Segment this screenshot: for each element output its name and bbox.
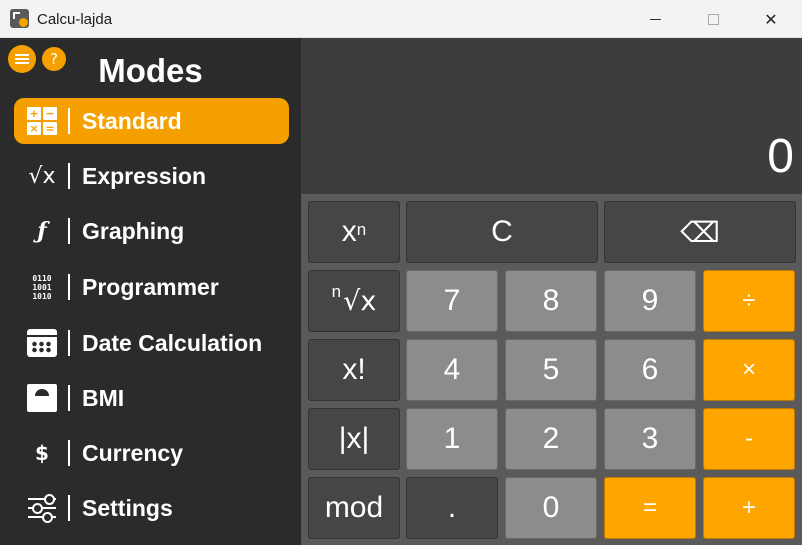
display-value: 0 <box>767 130 794 183</box>
binary-row: 1010 <box>32 291 52 301</box>
binary-row: 1001 <box>32 282 52 292</box>
sidebar-item-settings[interactable]: Settings <box>14 485 289 531</box>
binary-icon: 0110 1001 1010 <box>22 270 62 304</box>
equals-glyph: = <box>43 122 57 135</box>
sidebar-item-label: BMI <box>82 384 125 411</box>
absolute-value-button[interactable]: |x| <box>308 408 400 470</box>
currency-icon: $ <box>35 441 49 465</box>
function-icon: ƒ <box>37 218 47 244</box>
title-bar: Calcu-lajda ✕ <box>0 0 802 38</box>
digit-4-button[interactable]: 4 <box>406 339 498 401</box>
binary-row: 0110 <box>32 273 52 283</box>
digit-7-button[interactable]: 7 <box>406 270 498 332</box>
calendar-icon <box>22 326 62 360</box>
calculator-display: 0 <box>301 38 802 194</box>
divide-button[interactable]: ÷ <box>703 270 795 332</box>
sidebar-item-label: Programmer <box>82 273 219 300</box>
root-index: n <box>331 282 342 301</box>
nav-separator <box>68 274 70 300</box>
sidebar-item-graphing[interactable]: ƒ Graphing <box>14 208 289 254</box>
backspace-button[interactable]: ⌫ <box>604 201 796 263</box>
sidebar-item-standard[interactable]: + − × = Standard <box>14 98 289 144</box>
close-button[interactable]: ✕ <box>742 0 800 38</box>
square-root-icon: √x <box>28 163 56 189</box>
minimize-icon <box>649 18 661 20</box>
nav-separator <box>68 108 70 134</box>
minus-glyph: − <box>43 107 57 120</box>
scale-icon <box>22 381 62 415</box>
digit-6-button[interactable]: 6 <box>604 339 696 401</box>
multiply-button[interactable]: × <box>703 339 795 401</box>
digit-0-button[interactable]: 0 <box>505 477 597 539</box>
nav-separator <box>68 163 70 189</box>
keypad: xn C ⌫ n √x 7 8 9 ÷ x! 4 5 6 × |x| 1 2 3 … <box>301 194 802 545</box>
sidebar-item-label: Standard <box>82 107 182 134</box>
subtract-button[interactable]: - <box>703 408 795 470</box>
nth-root-button[interactable]: n √x <box>308 270 400 332</box>
sidebar-item-bmi[interactable]: BMI <box>14 375 289 421</box>
sidebar-item-expression[interactable]: √x Expression <box>14 153 289 199</box>
times-glyph: × <box>27 122 41 135</box>
sidebar-item-currency[interactable]: $ Currency <box>14 430 289 476</box>
sidebar-item-label: Date Calculation <box>82 329 263 356</box>
nav-separator <box>68 218 70 244</box>
sidebar-title: Modes <box>98 52 203 89</box>
backspace-icon: ⌫ <box>680 215 720 249</box>
plus-glyph: + <box>27 107 41 120</box>
minimize-button[interactable] <box>626 0 684 38</box>
digit-1-button[interactable]: 1 <box>406 408 498 470</box>
digit-3-button[interactable]: 3 <box>604 408 696 470</box>
clear-button[interactable]: C <box>406 201 598 263</box>
nav-separator <box>68 495 70 521</box>
standard-grid-icon: + − × = <box>22 104 62 138</box>
sidebar-item-date-calculation[interactable]: Date Calculation <box>14 320 289 366</box>
digit-9-button[interactable]: 9 <box>604 270 696 332</box>
power-button[interactable]: xn <box>308 201 400 263</box>
digit-8-button[interactable]: 8 <box>505 270 597 332</box>
mod-button[interactable]: mod <box>308 477 400 539</box>
sidebar-item-label: Settings <box>82 494 173 521</box>
maximize-icon <box>707 13 719 25</box>
nav-separator <box>68 330 70 356</box>
factorial-button[interactable]: x! <box>308 339 400 401</box>
power-exponent: n <box>356 220 367 239</box>
modes-sidebar: ? Modes + − × = Standard √x Expression ƒ… <box>0 38 301 545</box>
sidebar-item-label: Currency <box>82 439 183 466</box>
window-title: Calcu-lajda <box>37 11 113 28</box>
nav-separator <box>68 385 70 411</box>
nav-separator <box>68 440 70 466</box>
digit-2-button[interactable]: 2 <box>505 408 597 470</box>
sidebar-item-label: Graphing <box>82 217 185 244</box>
power-base: x <box>341 215 357 248</box>
digit-5-button[interactable]: 5 <box>505 339 597 401</box>
decimal-button[interactable]: . <box>406 477 498 539</box>
app-icon <box>10 9 29 28</box>
close-icon: ✕ <box>764 9 778 29</box>
maximize-button[interactable] <box>684 0 742 38</box>
root-symbol: √x <box>343 285 377 317</box>
sidebar-item-label: Expression <box>82 162 206 189</box>
sidebar-item-programmer[interactable]: 0110 1001 1010 Programmer <box>14 264 289 310</box>
add-button[interactable]: + <box>703 477 795 539</box>
equals-button[interactable]: = <box>604 477 696 539</box>
sliders-icon <box>22 491 62 525</box>
